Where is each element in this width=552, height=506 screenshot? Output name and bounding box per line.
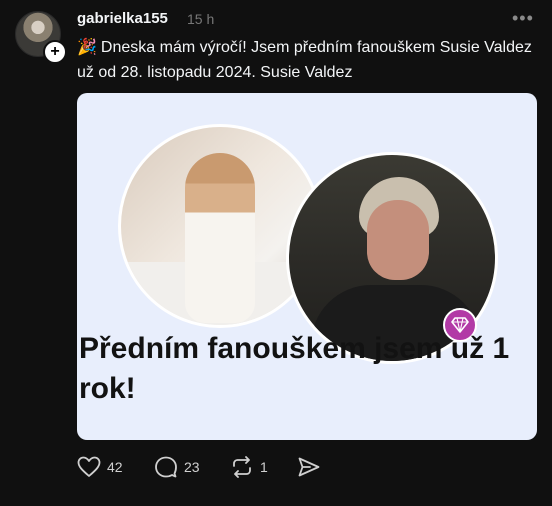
like-count: 42 bbox=[107, 459, 123, 475]
share-icon bbox=[298, 457, 320, 477]
follow-plus-icon[interactable]: + bbox=[43, 40, 67, 64]
comment-button[interactable]: 23 bbox=[154, 456, 200, 478]
more-options-icon[interactable]: ••• bbox=[512, 8, 534, 29]
repost-button[interactable]: 1 bbox=[230, 456, 268, 478]
photo-figure bbox=[185, 153, 255, 323]
party-popper-icon: 🎉 bbox=[77, 39, 97, 56]
comment-icon bbox=[155, 456, 177, 478]
username[interactable]: gabrielka155 bbox=[77, 10, 168, 27]
heart-icon bbox=[77, 456, 101, 477]
author-avatar-group[interactable]: + bbox=[15, 11, 67, 64]
like-button[interactable]: 42 bbox=[77, 456, 123, 478]
repost-icon bbox=[233, 456, 251, 478]
photo-face bbox=[367, 200, 429, 280]
anniversary-card[interactable]: Předním fanouškem jsem už 1 rok! bbox=[77, 93, 537, 440]
post-body: Dneska mám výročí! Jsem předním fanouške… bbox=[77, 39, 532, 81]
repost-count: 1 bbox=[260, 459, 268, 475]
post-time: 15 h bbox=[187, 11, 215, 27]
post-text-block: 🎉 Dneska mám výročí! Jsem předním fanoušk… bbox=[77, 35, 537, 85]
comment-count: 23 bbox=[184, 459, 200, 475]
card-title: Předním fanouškem jsem už 1 rok! bbox=[79, 332, 510, 405]
share-button[interactable] bbox=[297, 456, 321, 478]
